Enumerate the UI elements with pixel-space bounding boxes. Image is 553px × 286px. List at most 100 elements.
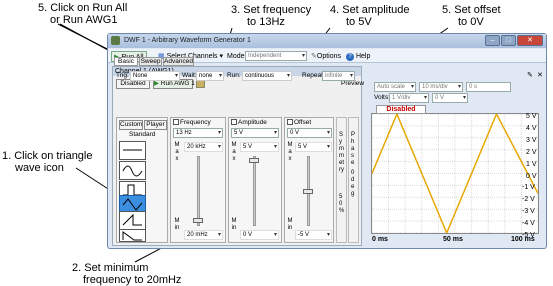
run-select[interactable]: continuous ▾	[242, 71, 292, 81]
frequency-min-value: 20 mHz	[187, 232, 208, 238]
chevron-down-icon: ▾	[462, 95, 466, 101]
maximize-button[interactable]: □	[501, 35, 516, 46]
pin-icon[interactable]: ✎	[527, 71, 533, 79]
preview-label: Preview	[341, 80, 365, 87]
offset-max-field[interactable]: 5 V ▾	[295, 142, 332, 152]
frequency-min-field[interactable]: 20 mHz ▾	[184, 230, 223, 240]
annotation-offset-line2: to 0V	[458, 16, 484, 28]
offset-max-value: 5 V	[298, 144, 308, 150]
annotation-amplitude: 4. Set amplitude to 5V	[330, 4, 410, 28]
time-div-select[interactable]: 10 ms/div ▾	[419, 82, 463, 92]
y-tick-label: -4 V	[522, 220, 535, 228]
y-tick-label: -3 V	[522, 208, 535, 216]
chevron-down-icon: ▾	[457, 84, 461, 90]
tab-player[interactable]: Player	[144, 120, 167, 130]
mode-select-value: Independent	[248, 53, 282, 59]
frequency-max-label: Max	[174, 142, 180, 162]
sine-wave-button[interactable]	[119, 161, 146, 180]
x-tick-label: 0 ms	[372, 236, 388, 243]
symmetry-label: Symmetry	[339, 132, 345, 173]
mode-select[interactable]: Independent ▾	[245, 51, 307, 61]
y-tick-label: 1 V	[526, 160, 537, 168]
window-title: DWF 1 - Arbitrary Waveform Generator 1	[124, 37, 251, 44]
annotation-frequency-line1: 3. Set frequency	[231, 4, 312, 16]
chevron-down-icon: ▾	[217, 232, 221, 238]
amplitude-min-value: 0 V	[243, 232, 253, 238]
tab-custom[interactable]: Custom	[119, 120, 143, 130]
volts-div-select[interactable]: 1 V/div ▾	[389, 93, 429, 103]
chevron-down-icon: ▾	[273, 232, 277, 238]
app-icon	[111, 36, 120, 45]
frequency-value: 13 Hz	[176, 130, 192, 136]
options-button[interactable]: ✎Options	[311, 51, 341, 62]
chevron-down-icon: ▾	[326, 232, 330, 238]
volts-offset-select[interactable]: 0 V ▾	[432, 93, 468, 103]
tab-advanced[interactable]: Advanced	[163, 57, 194, 66]
dc-wave-icon	[123, 149, 142, 151]
frequency-checkbox[interactable]: Frequency	[173, 119, 211, 126]
repeat-value: infinite	[325, 73, 343, 79]
amplitude-column: Amplitude 5 V ▾ Max 5 V ▾ Min 0 V ▾	[228, 117, 282, 243]
phase-value: 0 deg	[351, 170, 355, 197]
wait-value: none	[199, 73, 213, 79]
x-tick-label: 50 ms	[443, 236, 463, 243]
run-awg1-label: Run AWG 1	[160, 80, 195, 87]
repeat-select[interactable]: infinite ▾	[322, 71, 355, 81]
frequency-max-field[interactable]: 20 kHz ▾	[184, 142, 223, 152]
tab-basic[interactable]: Basic	[114, 57, 138, 66]
help-icon: ?	[346, 53, 354, 61]
annotation-amplitude-line1: 4. Set amplitude	[330, 4, 410, 16]
play-icon: ▶	[154, 80, 161, 87]
frequency-column: Frequency 13 Hz ▾ Max 20 kHz ▾ Min 20 mHz ▾	[170, 117, 226, 243]
symmetry-column[interactable]: Symmetry 50 %	[336, 117, 347, 243]
chevron-down-icon: ▾	[273, 130, 277, 136]
offset-slider-thumb[interactable]	[303, 189, 313, 194]
frequency-slider-track[interactable]	[197, 156, 200, 226]
trig-select[interactable]: None ▾	[130, 71, 180, 81]
frequency-select[interactable]: 13 Hz ▾	[173, 128, 223, 138]
frequency-slider-thumb[interactable]	[193, 218, 203, 223]
amplitude-slider-thumb[interactable]	[249, 158, 259, 163]
offset-checkbox[interactable]: Offset	[287, 119, 311, 126]
annotation-offset: 5. Set offset to 0V	[442, 4, 501, 28]
amplitude-max-field[interactable]: 5 V ▾	[240, 142, 279, 152]
wait-select[interactable]: none ▾	[196, 71, 224, 81]
autoscale-select[interactable]: Auto scale ▾	[374, 82, 416, 92]
annotation-offset-line1: 5. Set offset	[442, 4, 501, 16]
amplitude-slider-track[interactable]	[253, 156, 256, 226]
frequency-label: Frequency	[180, 119, 211, 126]
run-label: Run:	[227, 72, 241, 79]
checkbox-checked-icon	[231, 119, 237, 126]
offset-select[interactable]: 0 V ▾	[287, 128, 332, 138]
ramp-down-wave-icon	[122, 231, 142, 241]
help-button[interactable]: ? Help	[346, 51, 370, 62]
tab-sweep[interactable]: Sweep	[139, 57, 162, 66]
offset-value: 0 V	[290, 130, 300, 136]
sine-wave-icon	[122, 165, 143, 177]
offset-min-value: -5 V	[298, 232, 310, 238]
amplitude-checkbox[interactable]: Amplitude	[231, 119, 267, 126]
amplitude-min-field[interactable]: 0 V ▾	[240, 230, 279, 240]
annotation-min-frequency-line2: frequency to 20mHz	[83, 274, 182, 286]
close-button[interactable]: ✕	[517, 35, 543, 46]
time-offset-field[interactable]: 0 s	[466, 82, 511, 92]
autoscale-value: Auto scale	[377, 84, 406, 90]
offset-min-label: Min	[287, 218, 293, 231]
annotation-run-line1: 5. Click on Run All	[38, 2, 128, 14]
ramp-up-wave-button[interactable]	[119, 211, 146, 230]
ramp-down-wave-button[interactable]	[119, 229, 146, 242]
offset-min-field[interactable]: -5 V ▾	[295, 230, 332, 240]
amplitude-select[interactable]: 5 V ▾	[231, 128, 279, 138]
dc-wave-button[interactable]	[119, 141, 146, 160]
minimize-button[interactable]: –	[485, 35, 500, 46]
phase-column[interactable]: Phase 0 deg	[348, 117, 359, 243]
offset-max-label: Max	[287, 142, 293, 162]
close-pane-icon[interactable]: ✕	[537, 71, 543, 79]
x-tick-label: 100 ms	[511, 236, 535, 243]
annotation-min-frequency-line1: 2. Set minimum	[72, 262, 149, 274]
y-tick-label: -1 V	[522, 184, 535, 192]
volts-label: Volts:	[374, 94, 390, 101]
chevron-down-icon: ▾	[286, 73, 290, 79]
annotation-triangle-line2: wave icon	[15, 162, 64, 174]
chevron-down-icon: ▾	[410, 84, 414, 90]
